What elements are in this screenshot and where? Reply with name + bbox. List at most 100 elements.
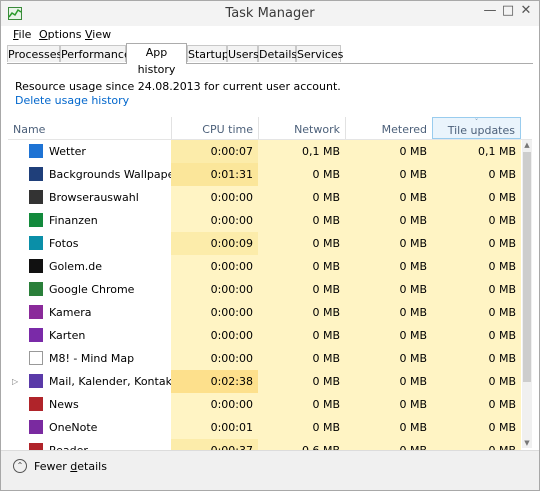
network-cell: 0 MB [258, 370, 345, 393]
metered-network-cell: 0 MB [345, 324, 432, 347]
cpu-time-cell: 0:01:31 [171, 163, 258, 186]
camera-icon [29, 305, 43, 319]
cpu-time-cell: 0:00:00 [171, 324, 258, 347]
menu-options[interactable]: Options [39, 28, 81, 41]
cpu-time-cell: 0:00:07 [171, 140, 258, 163]
tab-details[interactable]: Details [258, 45, 297, 62]
tab-startup[interactable]: Startup [187, 45, 229, 62]
table-row[interactable]: Backgrounds Wallpapers... 0:01:31 0 MB 0 MB… [8, 163, 522, 186]
maximize-icon[interactable]: □ [499, 2, 517, 20]
delete-usage-history-link[interactable]: Delete usage history [15, 94, 129, 107]
app-name: OneNote [49, 421, 98, 434]
task-manager-window: Task Manager — □ ✕ File Options View Pro… [0, 0, 540, 491]
metered-network-cell: 0 MB [345, 370, 432, 393]
tab-app-history[interactable]: App history [126, 43, 187, 76]
tile-updates-cell: 0 MB [432, 416, 521, 439]
tab-processes[interactable]: Processes [7, 45, 62, 62]
tile-updates-cell: 0 MB [432, 163, 521, 186]
title-bar[interactable]: Task Manager — □ ✕ [1, 1, 539, 26]
column-header-metered-network[interactable]: Metered network [345, 117, 432, 162]
footer-bar: ⌃ Fewer details [1, 450, 539, 490]
table-row[interactable]: M8! - Mind Map 0:00:00 0 MB 0 MB 0 MB [8, 347, 522, 370]
scroll-up-icon[interactable]: ▲ [522, 140, 532, 150]
table-row[interactable]: Golem.de 0:00:00 0 MB 0 MB 0 MB [8, 255, 522, 278]
table-row[interactable]: Finanzen 0:00:00 0 MB 0 MB 0 MB [8, 209, 522, 232]
sort-descending-icon: ˇ [474, 118, 479, 127]
app-name: Karten [49, 329, 86, 342]
tile-updates-cell: 0 MB [432, 255, 521, 278]
network-cell: 0,1 MB [258, 140, 345, 163]
table-row[interactable]: Kamera 0:00:00 0 MB 0 MB 0 MB [8, 301, 522, 324]
table-row[interactable]: Fotos 0:00:09 0 MB 0 MB 0 MB [8, 232, 522, 255]
table-row[interactable]: OneNote 0:00:01 0 MB 0 MB 0 MB [8, 416, 522, 439]
app-name: Fotos [49, 237, 79, 250]
tile-updates-cell: 0 MB [432, 347, 521, 370]
network-cell: 0 MB [258, 255, 345, 278]
browser-choice-icon [29, 190, 43, 204]
network-cell: 0 MB [258, 393, 345, 416]
column-header-cpu-time[interactable]: CPU time [171, 117, 258, 139]
finance-icon [29, 213, 43, 227]
table-row[interactable]: Browserauswahl 0:00:00 0 MB 0 MB 0 MB [8, 186, 522, 209]
tab-users[interactable]: Users [227, 45, 259, 62]
metered-network-cell: 0 MB [345, 416, 432, 439]
cpu-time-cell: 0:00:00 [171, 186, 258, 209]
metered-network-cell: 0 MB [345, 140, 432, 163]
tile-updates-cell: 0 MB [432, 232, 521, 255]
usage-info-text: Resource usage since 24.08.2013 for curr… [15, 80, 341, 93]
app-name: Google Chrome [49, 283, 135, 296]
cpu-time-cell: 0:00:09 [171, 232, 258, 255]
cpu-time-cell: 0:00:00 [171, 255, 258, 278]
tab-performance[interactable]: Performance [60, 45, 131, 62]
table-row[interactable]: Google Chrome 0:00:00 0 MB 0 MB 0 MB [8, 278, 522, 301]
news-icon [29, 397, 43, 411]
scroll-down-icon[interactable]: ▼ [522, 438, 532, 448]
network-cell: 0 MB [258, 163, 345, 186]
app-history-panel: Resource usage since 24.08.2013 for curr… [8, 64, 532, 462]
table-row[interactable]: Karten 0:00:00 0 MB 0 MB 0 MB [8, 324, 522, 347]
scroll-thumb[interactable] [523, 152, 531, 382]
mail-icon [29, 374, 43, 388]
cpu-time-cell: 0:02:38 [171, 370, 258, 393]
app-name: Finanzen [49, 214, 98, 227]
window-title: Task Manager [225, 6, 315, 21]
fewer-details-link[interactable]: Fewer details [34, 460, 107, 473]
column-header-tile-updates[interactable]: ˇ Tile updates [432, 117, 521, 139]
metered-network-cell: 0 MB [345, 163, 432, 186]
app-name: Golem.de [49, 260, 103, 273]
table-row[interactable]: News 0:00:00 0 MB 0 MB 0 MB [8, 393, 522, 416]
metered-network-cell: 0 MB [345, 232, 432, 255]
vertical-scrollbar[interactable]: ▲ ▼ [522, 140, 532, 448]
app-name: M8! - Mind Map [49, 352, 135, 365]
column-header-row: Name CPU time Network Metered network ˇ … [8, 117, 532, 162]
tile-updates-cell: 0 MB [432, 301, 521, 324]
expand-row-icon[interactable]: ▷ [12, 370, 18, 393]
menu-view[interactable]: View [85, 28, 111, 41]
tile-updates-cell: 0 MB [432, 370, 521, 393]
tab-services[interactable]: Services [296, 45, 343, 62]
network-cell: 0 MB [258, 232, 345, 255]
tile-updates-cell: 0,1 MB [432, 140, 521, 163]
column-header-name[interactable]: Name [8, 117, 171, 139]
app-name: News [49, 398, 79, 411]
wallpaper-icon [29, 167, 43, 181]
onenote-icon [29, 420, 43, 434]
cpu-time-cell: 0:00:00 [171, 393, 258, 416]
close-icon[interactable]: ✕ [517, 2, 535, 20]
metered-network-cell: 0 MB [345, 301, 432, 324]
mindmap-icon [29, 351, 43, 365]
menu-file[interactable]: File [13, 28, 31, 41]
chevron-up-circle-icon[interactable]: ⌃ [13, 459, 27, 473]
metered-network-cell: 0 MB [345, 186, 432, 209]
golem-icon [29, 259, 43, 273]
cpu-time-cell: 0:00:00 [171, 347, 258, 370]
network-cell: 0 MB [258, 186, 345, 209]
tile-updates-cell: 0 MB [432, 278, 521, 301]
cpu-time-cell: 0:00:00 [171, 209, 258, 232]
minimize-icon[interactable]: — [481, 2, 499, 20]
app-name: Browserauswahl [49, 191, 139, 204]
column-header-network[interactable]: Network [258, 117, 345, 139]
table-row[interactable]: ▷ Mail, Kalender, Kontakte ... 0:02:38 0 MB… [8, 370, 522, 393]
metered-network-cell: 0 MB [345, 209, 432, 232]
table-row[interactable]: Wetter 0:00:07 0,1 MB 0 MB 0,1 MB [8, 140, 522, 163]
